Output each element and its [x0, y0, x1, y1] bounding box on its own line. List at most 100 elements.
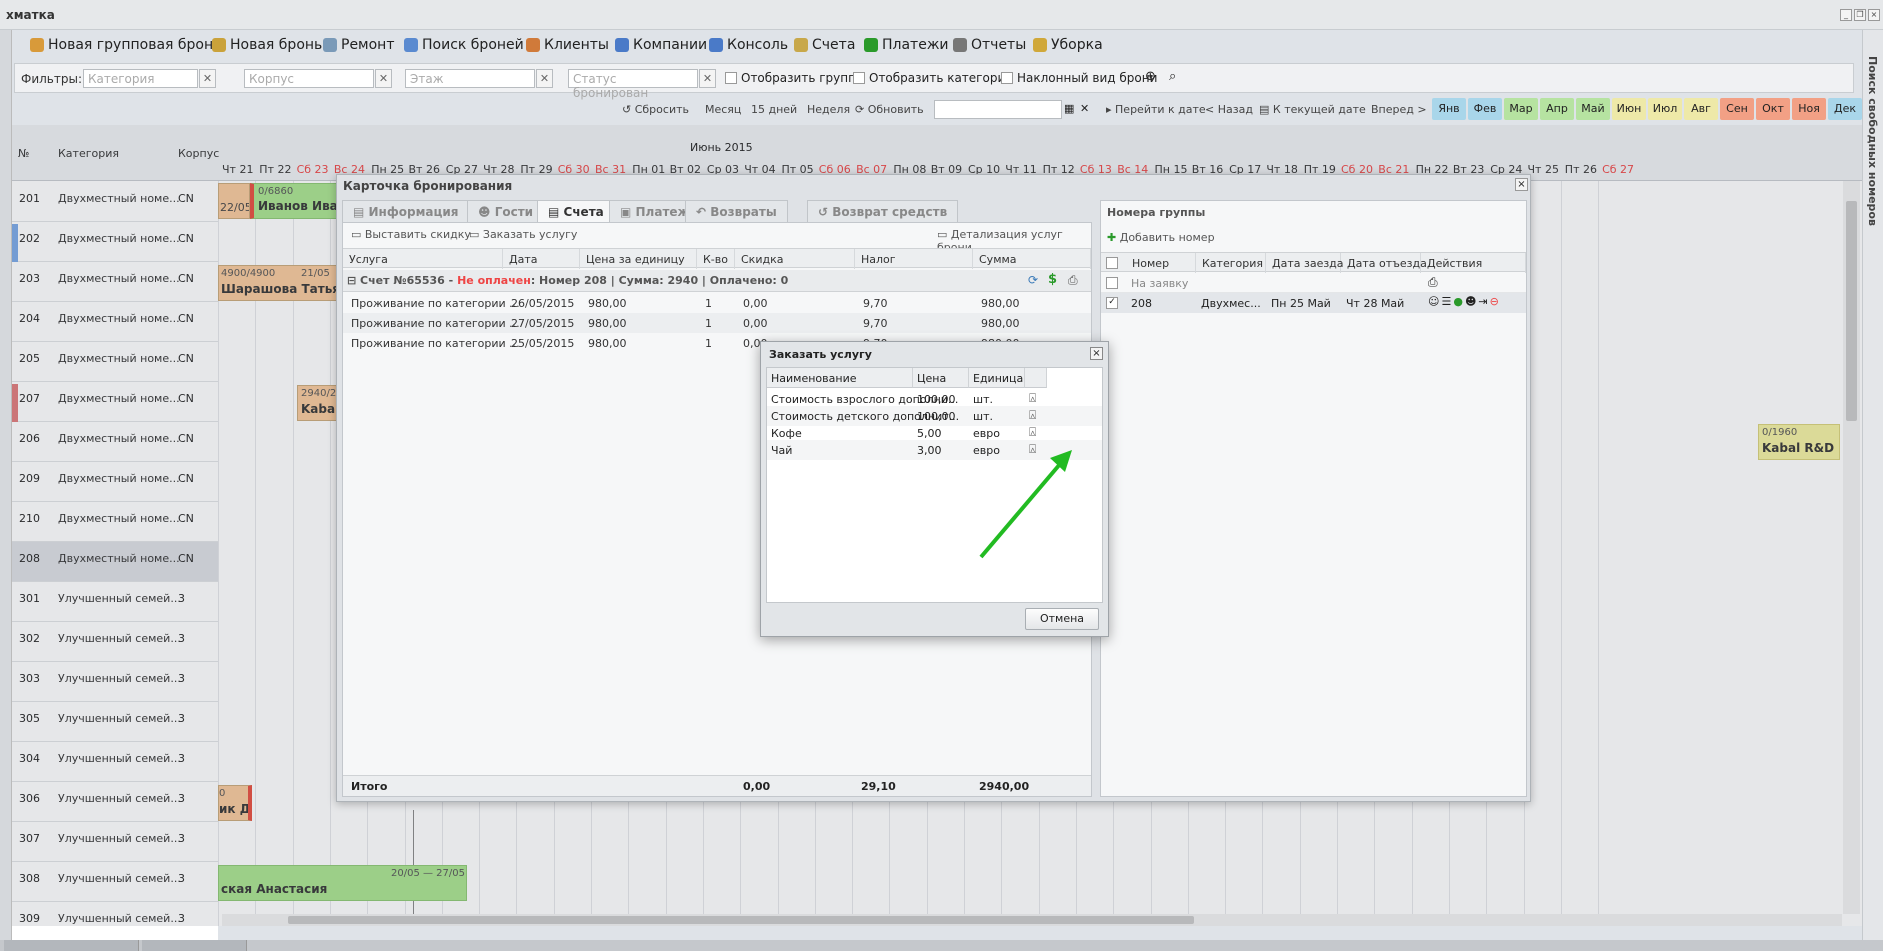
menu-2[interactable]: Ремонт — [323, 37, 395, 53]
refresh-button[interactable]: ⟳ Обновить — [855, 103, 924, 116]
clear-building-icon[interactable]: ✕ — [375, 69, 392, 88]
building-select[interactable]: Корпус — [244, 69, 374, 88]
order-bell-icon[interactable]: ⍓ — [1029, 391, 1036, 406]
tab-1[interactable]: ☻ Гости — [467, 200, 545, 222]
menu-3[interactable]: Поиск броней — [404, 37, 524, 53]
floor-select[interactable]: Этаж — [405, 69, 535, 88]
zoom-in-icon[interactable]: ⊕ — [1145, 69, 1156, 84]
invoice-row[interactable]: Проживание по категории ... 27/05/2015 980… — [343, 313, 1091, 333]
check-icon[interactable]: ● — [1453, 295, 1465, 308]
left-collapse-strip[interactable] — [0, 30, 12, 951]
month-1[interactable]: Фев — [1468, 98, 1502, 120]
reset-button[interactable]: ↺ Сбросить — [622, 103, 689, 116]
free-rooms-side-panel[interactable]: Поиск свободных номеров — [1862, 30, 1883, 951]
restore-icon[interactable]: ❐ — [1854, 9, 1866, 21]
month-8[interactable]: Сен — [1720, 98, 1754, 120]
back-button[interactable]: < Назад — [1205, 103, 1253, 116]
week-button[interactable]: Неделя — [807, 103, 850, 116]
tab-2[interactable]: ▤ Счета — [537, 200, 615, 222]
month-11[interactable]: Дек — [1828, 98, 1862, 120]
month-10[interactable]: Ноя — [1792, 98, 1826, 120]
month-2[interactable]: Мар — [1504, 98, 1538, 120]
move-icon[interactable]: ⇥ — [1478, 295, 1489, 308]
menu-7[interactable]: Счета — [794, 37, 855, 53]
days15-button[interactable]: 15 дней — [751, 103, 797, 116]
month-button[interactable]: Месяц — [705, 103, 741, 116]
tab-4[interactable]: ↶ Возвраты — [685, 200, 788, 222]
close-icon[interactable]: × — [1868, 9, 1880, 21]
month-9[interactable]: Окт — [1756, 98, 1790, 120]
clear-date-icon[interactable]: ✕ — [1080, 102, 1089, 115]
order-bell-icon[interactable]: ⍓ — [1029, 408, 1036, 423]
search-icon[interactable]: ⌕ — [1169, 69, 1176, 84]
select-all-checkbox[interactable] — [1106, 257, 1118, 269]
menu-icon — [794, 38, 808, 52]
month-3[interactable]: Апр — [1540, 98, 1574, 120]
show-groups-checkbox[interactable] — [725, 72, 737, 84]
menu-1[interactable]: Новая бронь — [212, 37, 322, 53]
tilted-view-checkbox[interactable] — [1001, 72, 1013, 84]
task-tab[interactable] — [142, 940, 247, 951]
guest-icon[interactable]: ☺ — [1428, 295, 1441, 308]
menu-label: Уборка — [1051, 37, 1103, 53]
minimize-icon[interactable]: _ — [1840, 9, 1852, 21]
order-service-button[interactable]: ▭ Заказать услугу — [469, 228, 577, 241]
category-select[interactable]: Категория — [83, 69, 198, 88]
invoice-col-header: К-во — [697, 249, 735, 269]
month-4[interactable]: Май — [1576, 98, 1610, 120]
refresh-icon[interactable]: ⟳ — [1028, 273, 1038, 287]
close-icon[interactable]: × — [1090, 347, 1103, 360]
add-room-button[interactable]: ✚ Добавить номер — [1107, 231, 1215, 244]
menu-icon — [709, 38, 723, 52]
close-icon[interactable]: × — [1515, 178, 1528, 191]
invoice-cell: 980,00 — [588, 337, 627, 350]
order-bell-icon[interactable]: ⍓ — [1029, 425, 1036, 440]
tab-0[interactable]: ▤ Информация — [342, 200, 470, 222]
invoice-group-row[interactable]: ⊟ Счет №65536 - Не оплачен: Номер 208 | … — [343, 270, 1091, 292]
discount-button[interactable]: ▭ Выставить скидку — [351, 228, 471, 241]
delete-icon[interactable]: ⊖ — [1490, 295, 1501, 308]
menu-9[interactable]: Отчеты — [953, 37, 1026, 53]
status-select[interactable]: Статус бронирован — [568, 69, 698, 100]
menu-label: Ремонт — [341, 37, 395, 53]
print-icon[interactable]: ⎙ — [1428, 275, 1438, 290]
menu-8[interactable]: Платежи — [864, 37, 949, 53]
invoice-row[interactable]: Проживание по категории ... 26/05/2015 980… — [343, 293, 1091, 313]
cancel-button[interactable]: Отмена — [1025, 608, 1099, 630]
date-input[interactable] — [934, 100, 1062, 119]
list-icon[interactable]: ☰ — [1441, 295, 1453, 308]
month-7[interactable]: Авг — [1684, 98, 1718, 120]
service-price: 100,00 — [917, 410, 956, 423]
dollar-icon[interactable]: $ — [1048, 272, 1057, 287]
invoice-cell: 1 — [705, 297, 712, 310]
menu-label: Компании — [633, 37, 708, 53]
request-row[interactable]: На заявку ⎙ — [1101, 273, 1526, 293]
clear-category-icon[interactable]: ✕ — [199, 69, 216, 88]
print-icon[interactable]: ⎙ — [1068, 273, 1078, 288]
menu-0[interactable]: Новая групповая бронь — [30, 37, 221, 53]
forward-button[interactable]: Вперед > — [1371, 103, 1427, 116]
tab-5[interactable]: ↺ Возврат средств — [807, 200, 959, 222]
goto-date-button[interactable]: ▸ Перейти к дате — [1106, 103, 1206, 116]
room-actions[interactable]: ☺☰●☻⇥⊖ — [1428, 295, 1501, 308]
row-checkbox[interactable]: ✓ — [1106, 297, 1118, 309]
service-col-header: Единица изм — [969, 368, 1025, 388]
month-6[interactable]: Июл — [1648, 98, 1682, 120]
service-unit: евро — [973, 427, 1000, 440]
clear-floor-icon[interactable]: ✕ — [536, 69, 553, 88]
menu-5[interactable]: Компании — [615, 37, 707, 53]
menu-6[interactable]: Консоль — [709, 37, 788, 53]
menu-10[interactable]: Уборка — [1033, 37, 1103, 53]
month-0[interactable]: Янв — [1432, 98, 1466, 120]
user-icon[interactable]: ☻ — [1465, 295, 1478, 308]
month-5[interactable]: Июн — [1612, 98, 1646, 120]
show-categories-checkbox[interactable] — [853, 72, 865, 84]
tab-icon: ↺ — [818, 205, 833, 219]
task-tab[interactable] — [4, 940, 139, 951]
row-checkbox[interactable] — [1106, 277, 1118, 289]
group-room-row[interactable]: ✓ 208 Двухмес... Пн 25 Май Чт 28 Май ☺☰●… — [1101, 293, 1526, 313]
clear-status-icon[interactable]: ✕ — [699, 69, 716, 88]
menu-4[interactable]: Клиенты — [526, 37, 609, 53]
today-button[interactable]: ▤ К текущей дате — [1259, 103, 1366, 116]
calendar-icon[interactable]: ▦ — [1064, 102, 1074, 115]
